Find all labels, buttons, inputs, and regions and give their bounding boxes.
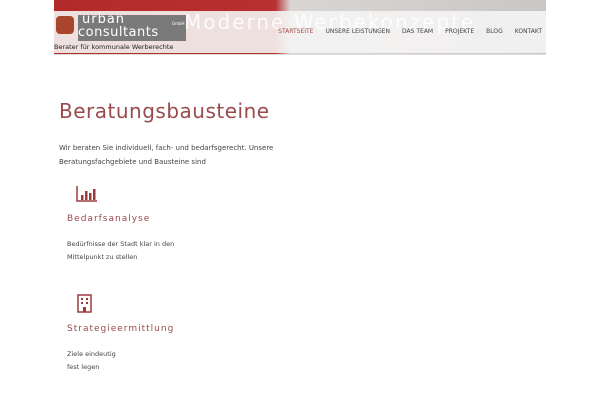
- page-title: Beratungsbausteine: [59, 99, 270, 123]
- bar-chart-icon: [76, 186, 97, 202]
- logo-tagline: Berater für kommunale Werberechte: [54, 43, 174, 51]
- block-title: Strategieermittlung: [67, 324, 175, 334]
- nav-blog[interactable]: BLOG: [486, 28, 503, 35]
- block-line: Ziele eindeutig: [67, 350, 116, 358]
- nav-team[interactable]: DAS TEAM: [402, 28, 433, 35]
- nav-leistungen[interactable]: UNSERE LEISTUNGEN: [325, 28, 390, 35]
- block-line: Mittelpunkt zu stellen: [67, 253, 138, 261]
- header-divider: [54, 54, 546, 55]
- puzzle-icon: [56, 16, 74, 34]
- logo-text: consultants: [78, 25, 159, 40]
- nav-kontakt[interactable]: KONTAKT: [515, 28, 542, 35]
- main-nav: STARTSEITE UNSERE LEISTUNGEN DAS TEAM PR…: [278, 28, 542, 35]
- block-line: fest legen: [67, 363, 100, 371]
- block-title: Bedarfsanalyse: [67, 214, 151, 224]
- logo-gmbh: GmbH: [172, 21, 185, 26]
- nav-startseite[interactable]: STARTSEITE: [278, 28, 313, 35]
- nav-projekte[interactable]: PROJEKTE: [445, 28, 474, 35]
- building-icon: [77, 294, 92, 313]
- block-line: Bedürfnisse der Stadt klar in den: [67, 240, 175, 248]
- intro-text: Wir beraten Sie individuell, fach- und b…: [59, 144, 274, 166]
- logo[interactable]: urban consultants GmbH Berater für kommu…: [54, 12, 186, 54]
